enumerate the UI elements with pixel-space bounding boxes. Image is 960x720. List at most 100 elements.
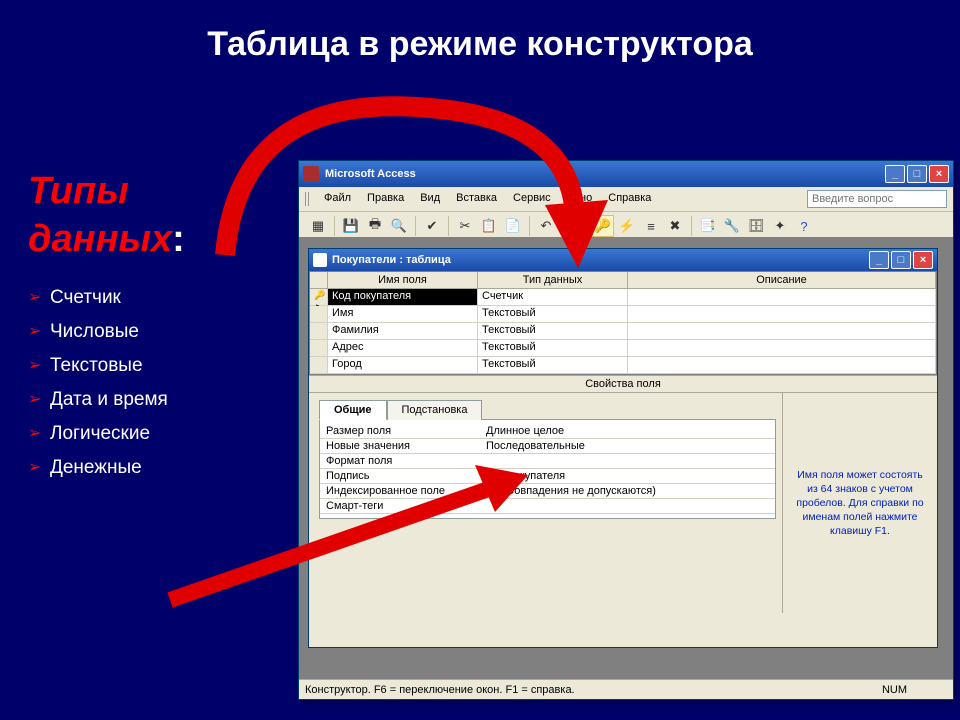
prop-row[interactable]: Индексированное поле Да (Совпадения не д…: [320, 484, 775, 499]
tab-general[interactable]: Общие: [319, 400, 387, 420]
inner-titlebar[interactable]: Покупатели : таблица _ □ ×: [309, 249, 937, 271]
row-selector-header[interactable]: [310, 272, 328, 288]
preview-icon[interactable]: 🔍: [388, 215, 410, 237]
undo-icon[interactable]: ↶: [535, 215, 557, 237]
build-icon[interactable]: 🔧: [721, 215, 743, 237]
inner-close-button[interactable]: ×: [913, 251, 933, 269]
inner-maximize-button[interactable]: □: [891, 251, 911, 269]
view-icon[interactable]: ▦: [307, 215, 329, 237]
separator: [586, 216, 587, 236]
row-selector[interactable]: 🔑▸: [310, 289, 328, 305]
toolbar-grip[interactable]: [305, 192, 310, 206]
field-desc-cell[interactable]: [628, 306, 936, 322]
prop-row[interactable]: Подпись Код покупателя: [320, 469, 775, 484]
prop-value[interactable]: Длинное целое: [480, 424, 775, 438]
help-icon[interactable]: ?: [793, 215, 815, 237]
table-row[interactable]: Адрес Текстовый: [310, 340, 936, 357]
grid-header: Имя поля Тип данных Описание: [310, 272, 936, 289]
status-num: NUM: [882, 684, 947, 696]
mdi-client-area: Покупатели : таблица _ □ × Имя поля Тип …: [299, 237, 953, 679]
row-selector[interactable]: [310, 340, 328, 356]
app-title: Microsoft Access: [325, 168, 416, 180]
field-grid[interactable]: Имя поля Тип данных Описание 🔑▸ Код поку…: [309, 271, 937, 375]
types-heading-text: Типы данных: [28, 170, 172, 260]
col-desc-header[interactable]: Описание: [628, 272, 936, 288]
table-icon: [313, 253, 327, 267]
menu-insert[interactable]: Вставка: [450, 190, 503, 208]
redo-icon[interactable]: ↷: [559, 215, 581, 237]
field-desc-cell[interactable]: [628, 340, 936, 356]
save-icon[interactable]: 💾: [340, 215, 362, 237]
field-name-cell[interactable]: Фамилия: [328, 323, 478, 339]
db-icon[interactable]: 🗄: [745, 215, 767, 237]
field-type-cell[interactable]: Текстовый: [478, 323, 628, 339]
field-desc-cell[interactable]: [628, 289, 936, 305]
app-titlebar[interactable]: Microsoft Access _ □ ×: [299, 161, 953, 187]
type-item: Дата и время: [28, 383, 288, 417]
print-icon[interactable]: 🖶: [364, 215, 386, 237]
new-icon[interactable]: ✦: [769, 215, 791, 237]
field-type-cell[interactable]: Счетчик: [478, 289, 628, 305]
prop-label: Размер поля: [320, 424, 480, 438]
row-selector[interactable]: [310, 323, 328, 339]
field-type-cell[interactable]: Текстовый: [478, 357, 628, 373]
col-type-header[interactable]: Тип данных: [478, 272, 628, 288]
prop-label: Формат поля: [320, 454, 480, 468]
separator: [691, 216, 692, 236]
prop-row[interactable]: Новые значения Последовательные: [320, 439, 775, 454]
menu-window[interactable]: Окно: [561, 190, 599, 208]
col-name-header[interactable]: Имя поля: [328, 272, 478, 288]
properties-icon[interactable]: 📑: [697, 215, 719, 237]
close-button[interactable]: ×: [929, 165, 949, 183]
field-name-cell[interactable]: Адрес: [328, 340, 478, 356]
field-type-cell[interactable]: Текстовый: [478, 340, 628, 356]
table-row[interactable]: Город Текстовый: [310, 357, 936, 374]
table-row[interactable]: Фамилия Текстовый: [310, 323, 936, 340]
field-name-cell[interactable]: Город: [328, 357, 478, 373]
row-selector[interactable]: [310, 306, 328, 322]
field-desc-cell[interactable]: [628, 323, 936, 339]
menu-service[interactable]: Сервис: [507, 190, 557, 208]
types-heading: Типы данных:: [28, 168, 288, 263]
prop-value[interactable]: Да (Совпадения не допускаются): [480, 484, 775, 498]
minimize-button[interactable]: _: [885, 165, 905, 183]
menu-edit[interactable]: Правка: [361, 190, 410, 208]
field-desc-cell[interactable]: [628, 357, 936, 373]
props-tabs: Общие Подстановка: [319, 399, 776, 419]
menu-view[interactable]: Вид: [414, 190, 446, 208]
props-left-pane: Общие Подстановка Размер поля Длинное це…: [309, 393, 782, 613]
lightning-icon[interactable]: ⚡: [616, 215, 638, 237]
rows-icon[interactable]: ≡: [640, 215, 662, 237]
prop-value[interactable]: Код покупателя: [480, 469, 775, 483]
inner-minimize-button[interactable]: _: [869, 251, 889, 269]
spell-icon[interactable]: ✔: [421, 215, 443, 237]
tab-lookup[interactable]: Подстановка: [387, 400, 483, 420]
maximize-button[interactable]: □: [907, 165, 927, 183]
delete-row-icon[interactable]: ✖: [664, 215, 686, 237]
prop-row[interactable]: Размер поля Длинное целое: [320, 424, 775, 439]
field-properties-label: Свойства поля: [309, 375, 937, 393]
cut-icon[interactable]: ✂: [454, 215, 476, 237]
field-name-cell[interactable]: Имя: [328, 306, 478, 322]
table-row[interactable]: Имя Текстовый: [310, 306, 936, 323]
prop-row[interactable]: Формат поля: [320, 454, 775, 469]
prop-value[interactable]: [480, 454, 775, 468]
paste-icon[interactable]: 📄: [502, 215, 524, 237]
prop-value[interactable]: [480, 499, 775, 513]
separator: [529, 216, 530, 236]
statusbar: Конструктор. F6 = переключение окон. F1 …: [299, 679, 953, 699]
copy-icon[interactable]: 📋: [478, 215, 500, 237]
field-properties-area: Общие Подстановка Размер поля Длинное це…: [309, 393, 937, 613]
row-selector[interactable]: [310, 357, 328, 373]
type-item: Логические: [28, 417, 288, 451]
menu-help[interactable]: Справка: [602, 190, 657, 208]
key-icon[interactable]: 🔑: [592, 215, 614, 237]
menu-file[interactable]: Файл: [318, 190, 357, 208]
ask-question-input[interactable]: [807, 190, 947, 208]
field-type-cell[interactable]: Текстовый: [478, 306, 628, 322]
prop-row[interactable]: Смарт-теги: [320, 499, 775, 514]
inner-window-controls: _ □ ×: [869, 251, 933, 269]
prop-value[interactable]: Последовательные: [480, 439, 775, 453]
field-name-cell[interactable]: Код покупателя: [328, 289, 478, 305]
table-row[interactable]: 🔑▸ Код покупателя Счетчик: [310, 289, 936, 306]
